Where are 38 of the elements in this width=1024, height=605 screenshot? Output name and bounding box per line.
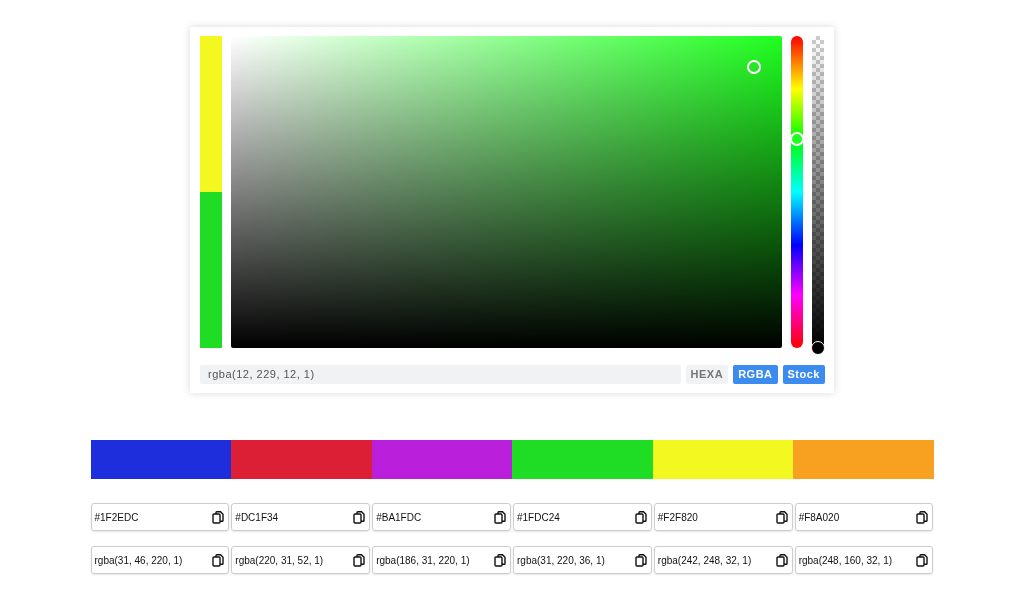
color-code-text: rgba(242, 248, 32, 1) <box>657 553 752 568</box>
color-swatch[interactable] <box>90 440 231 479</box>
color-code-text: #F8A020 <box>798 510 840 525</box>
copy-icon[interactable] <box>775 553 788 567</box>
color-code-text: #BA1FDC <box>376 510 422 525</box>
color-code-text: #1F2EDC <box>94 510 139 525</box>
color-code-text: rgba(31, 220, 36, 1) <box>517 553 605 568</box>
mode-tab[interactable]: RGBA <box>733 365 778 384</box>
color-swatch[interactable] <box>512 440 653 479</box>
color-code-text: rgba(248, 160, 32, 1) <box>798 553 893 568</box>
copy-icon[interactable] <box>494 510 506 524</box>
color-code-text: rgba(186, 31, 220, 1) <box>376 553 470 568</box>
copy-icon[interactable] <box>212 510 225 524</box>
saturation-area[interactable] <box>231 36 782 348</box>
color-swatch[interactable] <box>652 440 793 479</box>
color-swatch[interactable] <box>231 440 372 479</box>
color-value-field[interactable]: rgba(12, 229, 12, 1) <box>200 365 681 384</box>
color-code-text: #1FDC24 <box>517 510 560 525</box>
copy-icon[interactable] <box>353 510 366 524</box>
copy-icon[interactable] <box>775 510 788 524</box>
color-swatch[interactable] <box>793 440 934 479</box>
stock-button[interactable]: Stock <box>782 365 825 384</box>
mode-tab[interactable]: HEXA <box>685 365 729 384</box>
copy-icon[interactable] <box>212 553 225 567</box>
color-code-text: rgba(31, 46, 220, 1) <box>94 553 183 568</box>
color-code-text: rgba(220, 31, 52, 1) <box>235 553 324 568</box>
copy-icon[interactable] <box>634 553 647 567</box>
alpha-slider-thumb[interactable] <box>811 341 825 355</box>
hue-slider-thumb[interactable] <box>790 131 804 146</box>
picker-handle[interactable] <box>747 60 761 74</box>
color-code-text: #DC1F34 <box>235 510 279 525</box>
color-code-text: #F2F820 <box>657 510 698 525</box>
color-swatch[interactable] <box>371 440 512 479</box>
copy-icon[interactable] <box>916 553 929 567</box>
copy-icon[interactable] <box>353 553 366 567</box>
copy-icon[interactable] <box>494 553 506 567</box>
copy-icon[interactable] <box>916 510 929 524</box>
copy-icon[interactable] <box>634 510 647 524</box>
